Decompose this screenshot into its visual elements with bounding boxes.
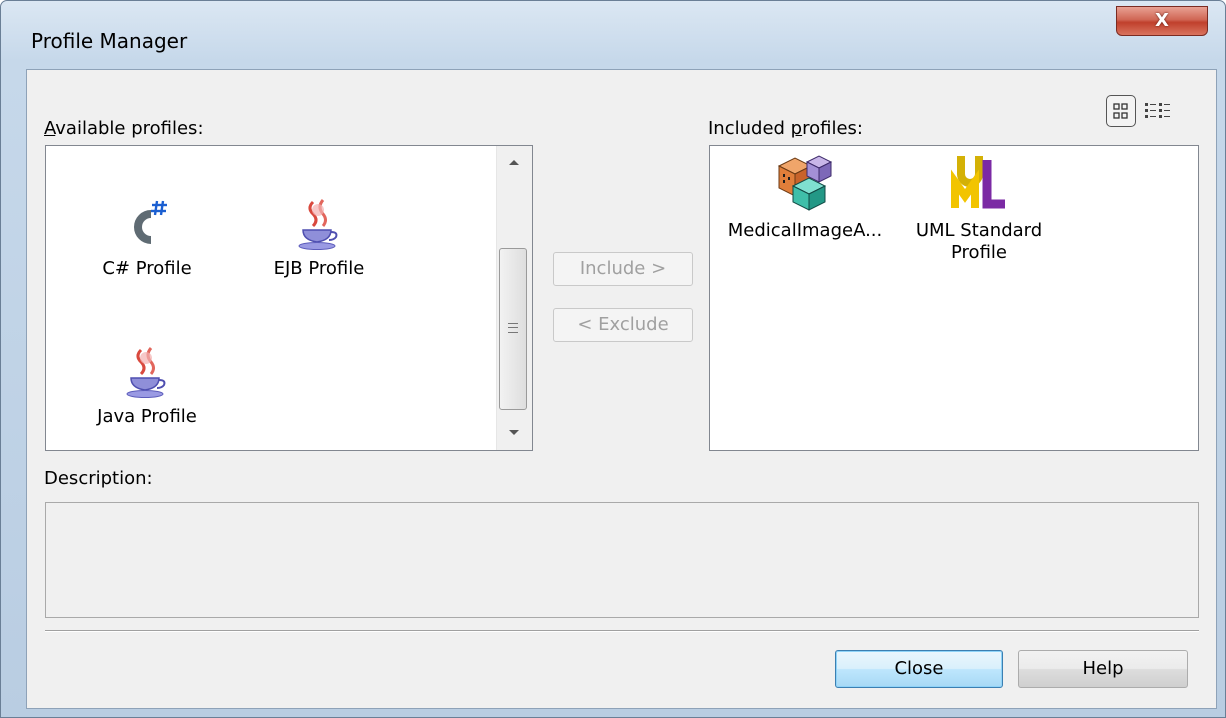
- medical-image-profile-label: MedicalImageA...: [727, 220, 883, 241]
- scrollbar-grip-icon: [508, 323, 518, 333]
- csharp-icon: [134, 200, 167, 244]
- java-cup-icon: [126, 347, 166, 398]
- available-profiles-scrollbar[interactable]: [496, 146, 532, 450]
- included-profiles-label-accesskey: p: [790, 118, 803, 139]
- title-bar: Profile Manager X: [1, 1, 1225, 69]
- list-view-icon[interactable]: [1142, 96, 1174, 126]
- available-profiles-label: Available profiles:: [44, 118, 204, 139]
- java-cup-icon: [298, 199, 338, 250]
- exclude-button[interactable]: < Exclude: [553, 308, 693, 342]
- description-box: [45, 502, 1199, 618]
- window-close-button[interactable]: X: [1116, 6, 1208, 36]
- description-label: Description:: [44, 468, 153, 489]
- included-profiles-label-text-1: Included: [708, 118, 791, 139]
- dialog-client-area: Available profiles: C# Profile EJB Profi…: [26, 69, 1217, 709]
- csharp-profile-label: C# Profile: [102, 258, 192, 279]
- available-profiles-list[interactable]: C# Profile EJB Profile Java Profile: [45, 145, 533, 451]
- uml-icon: [951, 156, 1005, 209]
- footer-separator: [45, 630, 1199, 632]
- building-blocks-icon: [777, 155, 833, 211]
- available-profiles-label-text: vailable profiles:: [55, 118, 204, 139]
- window-title: Profile Manager: [31, 29, 188, 53]
- uml-standard-profile-label-line1: UML Standard: [915, 220, 1043, 241]
- large-icons-view-icon[interactable]: [1106, 95, 1136, 127]
- help-button[interactable]: Help: [1018, 650, 1188, 688]
- list-item-uml-standard-profile[interactable]: UML Standard Profile: [894, 150, 1064, 264]
- java-profile-label: Java Profile: [97, 406, 197, 427]
- profile-manager-window: Profile Manager X Available profiles: C#…: [0, 0, 1226, 718]
- ejb-profile-label: EJB Profile: [273, 258, 365, 279]
- list-item-csharp-profile[interactable]: C# Profile: [62, 196, 232, 280]
- included-profiles-label-text-2: rofiles:: [802, 118, 863, 139]
- uml-standard-profile-label-line2: Profile: [951, 242, 1007, 263]
- scroll-down-arrow-icon[interactable]: [497, 416, 532, 450]
- included-profiles-label: Included profiles:: [708, 118, 863, 139]
- close-button[interactable]: Close: [835, 650, 1003, 688]
- include-button[interactable]: Include >: [553, 252, 693, 286]
- scrollbar-thumb[interactable]: [499, 248, 527, 410]
- list-item-java-profile[interactable]: Java Profile: [62, 344, 232, 428]
- scroll-up-arrow-icon[interactable]: [497, 146, 532, 180]
- list-item-medical-image-profile[interactable]: MedicalImageA...: [720, 150, 890, 242]
- list-item-ejb-profile[interactable]: EJB Profile: [234, 196, 404, 280]
- included-profiles-list[interactable]: MedicalImageA... UML Standard Profile: [709, 145, 1199, 451]
- available-profiles-label-accesskey: A: [44, 118, 56, 139]
